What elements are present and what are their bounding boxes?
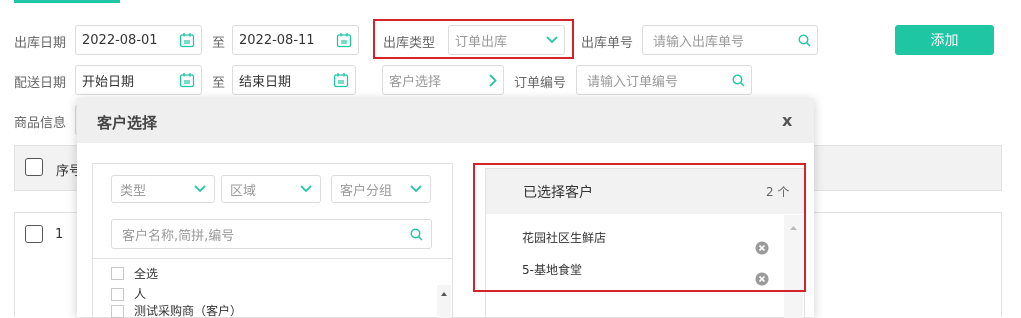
delivery-from-placeholder: 开始日期	[82, 74, 135, 90]
out-type-label: 出库类型	[383, 36, 436, 51]
calendar-icon	[179, 33, 195, 48]
chevron-down-icon	[300, 185, 312, 193]
out-date-label: 出库日期	[14, 36, 67, 51]
to-label-1: 至	[212, 36, 226, 51]
out-no-placeholder: 请输入出库单号	[653, 34, 745, 50]
select-all-label: 全选	[134, 267, 159, 281]
out-date-from-input[interactable]: 2022-08-01	[75, 25, 202, 55]
delivery-to-input[interactable]: 结束日期	[232, 65, 356, 95]
seq-header: 序号	[56, 164, 78, 179]
list-item[interactable]: 人	[134, 285, 146, 302]
customer-select-label: 客户选择	[389, 74, 442, 90]
out-type-value: 订单出库	[455, 34, 508, 50]
chevron-down-icon	[410, 185, 422, 193]
out-date-from-value: 2022-08-01	[82, 32, 158, 48]
select-all-checkbox[interactable]	[25, 158, 43, 176]
calendar-icon	[333, 73, 349, 88]
modal-title: 客户选择	[97, 114, 158, 132]
list-item[interactable]: 测试采购商（客户）	[134, 302, 242, 318]
order-no-input[interactable]: 请输入订单编号	[576, 65, 752, 95]
type-select-label: 类型	[120, 183, 147, 199]
scrollbar[interactable]	[437, 285, 451, 318]
scroll-up-icon	[441, 292, 447, 296]
list-item-checkbox[interactable]	[111, 288, 124, 301]
active-tab-indicator	[14, 0, 120, 3]
calendar-icon	[336, 33, 352, 48]
customer-search-placeholder: 客户名称,简拼,编号	[122, 228, 235, 244]
order-no-label: 订单编号	[514, 76, 567, 91]
add-button-label: 添加	[930, 33, 959, 49]
modal-header: 客户选择 x	[77, 98, 814, 143]
delivery-to-placeholder: 结束日期	[239, 74, 292, 90]
close-icon[interactable]: x	[782, 111, 792, 130]
delivery-date-label: 配送日期	[14, 76, 67, 91]
out-no-label: 出库单号	[581, 36, 634, 51]
add-button[interactable]: 添加	[895, 25, 994, 55]
out-no-input[interactable]: 请输入出库单号	[642, 25, 818, 55]
type-select[interactable]: 类型	[111, 175, 215, 203]
out-type-select[interactable]: 订单出库	[448, 25, 565, 55]
calendar-icon	[179, 73, 195, 88]
customer-group-select[interactable]: 客户分组	[331, 175, 431, 203]
select-all-checkbox[interactable]	[111, 267, 124, 280]
selected-customers-highlight	[473, 163, 806, 292]
list-item-checkbox[interactable]	[111, 305, 124, 318]
region-select-label: 区域	[230, 183, 257, 199]
goods-info-label: 商品信息	[14, 116, 67, 131]
delivery-from-input[interactable]: 开始日期	[75, 65, 202, 95]
search-icon	[732, 73, 745, 86]
search-icon	[798, 33, 811, 46]
customer-list-area: 全选 人 测试采购商（客户）	[93, 258, 452, 318]
out-date-to-input[interactable]: 2022-08-11	[232, 25, 359, 55]
row-checkbox[interactable]	[25, 225, 43, 243]
region-select[interactable]: 区域	[221, 175, 321, 203]
customer-search-input[interactable]: 客户名称,简拼,编号	[111, 219, 432, 249]
customer-select[interactable]: 客户选择	[382, 65, 504, 95]
row-seq: 1	[55, 227, 64, 242]
search-icon	[410, 227, 423, 240]
chevron-down-icon	[546, 36, 558, 44]
to-label-2: 至	[212, 76, 226, 91]
chevron-right-icon	[489, 73, 497, 87]
customer-group-select-label: 客户分组	[340, 183, 393, 199]
chevron-down-icon	[194, 185, 206, 193]
customer-filter-panel: 类型 区域 客户分组 客户名称,简拼,编号 全选 人 测试采购商（客户）	[92, 163, 453, 318]
order-no-placeholder: 请输入订单编号	[587, 74, 679, 90]
out-date-to-value: 2022-08-11	[239, 32, 315, 48]
